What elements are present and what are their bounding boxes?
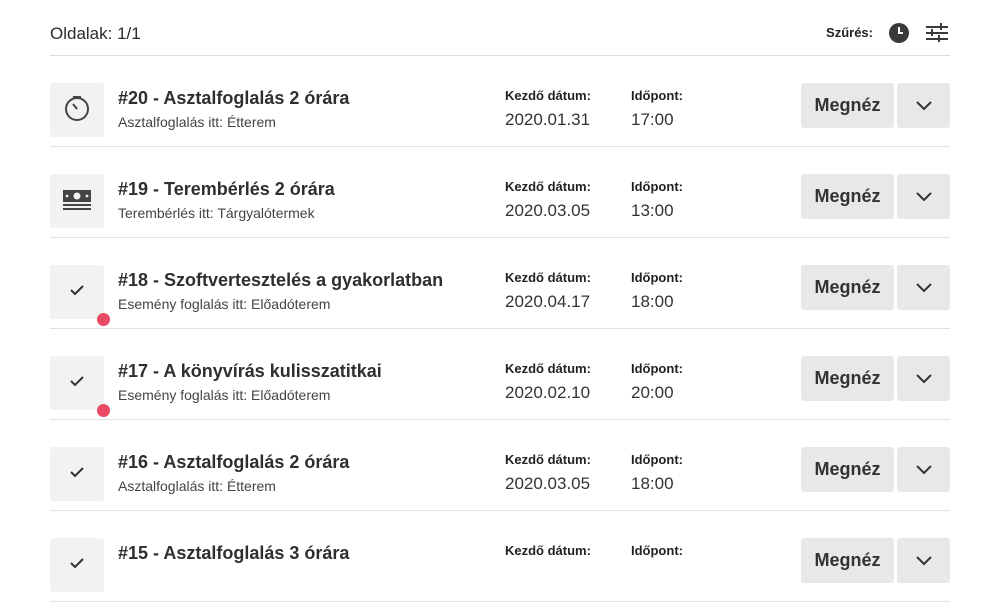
- booking-subtitle: Terembérlés itt: Tárgyalótermek: [118, 205, 315, 221]
- expand-button[interactable]: [897, 265, 950, 310]
- page-counter: Oldalak: 1/1: [50, 23, 141, 43]
- timer-icon: [63, 94, 91, 127]
- time-value: 13:00: [631, 201, 674, 220]
- booking-thumb: [50, 356, 104, 410]
- check-icon: [70, 465, 84, 483]
- unread-dot: [97, 404, 110, 417]
- time-label: Időpont:: [631, 88, 683, 103]
- booking-row: #20 - Asztalfoglalás 2 órára Asztalfogla…: [50, 56, 950, 147]
- time-value: 18:00: [631, 474, 674, 493]
- filter-bar: Szűrés:: [826, 22, 950, 43]
- bookings-page: Oldalak: 1/1 Szűrés: #20 - Asztalfoglalá…: [50, 0, 950, 602]
- start-date-label: Kezdő dátum:: [505, 452, 591, 467]
- time-label: Időpont:: [631, 270, 683, 285]
- booking-subtitle: Esemény foglalás itt: Előadóterem: [118, 387, 331, 403]
- booking-title[interactable]: #16 - Asztalfoglalás 2 órára: [118, 452, 349, 473]
- booking-list: #20 - Asztalfoglalás 2 órára Asztalfogla…: [50, 56, 950, 602]
- time-label: Időpont:: [631, 361, 683, 376]
- start-date-label: Kezdő dátum:: [505, 270, 591, 285]
- booking-row: #17 - A könyvírás kulisszatitkai Esemény…: [50, 329, 950, 420]
- booking-thumb: [50, 174, 104, 228]
- booking-subtitle: Asztalfoglalás itt: Étterem: [118, 114, 276, 130]
- booking-title[interactable]: #15 - Asztalfoglalás 3 órára: [118, 543, 349, 564]
- view-button[interactable]: Megnéz: [801, 265, 894, 310]
- expand-button[interactable]: [897, 83, 950, 128]
- start-date-value: 2020.01.31: [505, 110, 591, 129]
- expand-button[interactable]: [897, 356, 950, 401]
- expand-button[interactable]: [897, 174, 950, 219]
- start-date-label: Kezdő dátum:: [505, 179, 591, 194]
- time-label: Időpont:: [631, 543, 683, 558]
- time-label: Időpont:: [631, 452, 683, 467]
- clock-icon[interactable]: [889, 22, 909, 43]
- booking-subtitle: Esemény foglalás itt: Előadóterem: [118, 296, 331, 312]
- booking-title[interactable]: #19 - Terembérlés 2 órára: [118, 179, 335, 200]
- booking-row: #19 - Terembérlés 2 órára Terembérlés it…: [50, 147, 950, 238]
- booking-thumb: [50, 538, 104, 592]
- booking-subtitle: Asztalfoglalás itt: Étterem: [118, 478, 276, 494]
- filter-label: Szűrés:: [826, 25, 873, 40]
- chevron-down-icon: [915, 373, 932, 383]
- start-date-value: 2020.02.10: [505, 383, 591, 402]
- booking-thumb: [50, 447, 104, 501]
- booking-row: #18 - Szoftvertesztelés a gyakorlatban E…: [50, 238, 950, 329]
- booking-row: #15 - Asztalfoglalás 3 órára Kezdő dátum…: [50, 511, 950, 602]
- view-button[interactable]: Megnéz: [801, 538, 894, 583]
- time-value: 18:00: [631, 292, 674, 311]
- start-date-value: 2020.03.05: [505, 474, 591, 493]
- chevron-down-icon: [915, 100, 932, 110]
- view-button[interactable]: Megnéz: [801, 356, 894, 401]
- start-date-label: Kezdő dátum:: [505, 361, 591, 376]
- chevron-down-icon: [915, 555, 932, 565]
- start-date-label: Kezdő dátum:: [505, 543, 591, 558]
- booking-title[interactable]: #20 - Asztalfoglalás 2 órára: [118, 88, 349, 109]
- start-date-label: Kezdő dátum:: [505, 88, 591, 103]
- view-button[interactable]: Megnéz: [801, 174, 894, 219]
- check-icon: [70, 283, 84, 301]
- start-date-value: 2020.04.17: [505, 292, 591, 311]
- booking-row: #16 - Asztalfoglalás 2 órára Asztalfogla…: [50, 420, 950, 511]
- booking-thumb: [50, 83, 104, 137]
- chevron-down-icon: [915, 191, 932, 201]
- check-icon: [70, 374, 84, 392]
- view-button[interactable]: Megnéz: [801, 83, 894, 128]
- booking-thumb: [50, 265, 104, 319]
- expand-button[interactable]: [897, 538, 950, 583]
- sliders-icon[interactable]: [926, 22, 948, 43]
- time-value: 20:00: [631, 383, 674, 402]
- chevron-down-icon: [915, 464, 932, 474]
- list-header: Oldalak: 1/1 Szűrés:: [50, 0, 950, 56]
- booking-title[interactable]: #17 - A könyvírás kulisszatitkai: [118, 361, 382, 382]
- expand-button[interactable]: [897, 447, 950, 492]
- check-icon: [70, 556, 84, 574]
- unread-dot: [97, 313, 110, 326]
- view-button[interactable]: Megnéz: [801, 447, 894, 492]
- time-label: Időpont:: [631, 179, 683, 194]
- booking-title[interactable]: #18 - Szoftvertesztelés a gyakorlatban: [118, 270, 443, 291]
- start-date-value: 2020.03.05: [505, 201, 591, 220]
- chevron-down-icon: [915, 282, 932, 292]
- cash-icon: [62, 188, 92, 215]
- time-value: 17:00: [631, 110, 674, 129]
